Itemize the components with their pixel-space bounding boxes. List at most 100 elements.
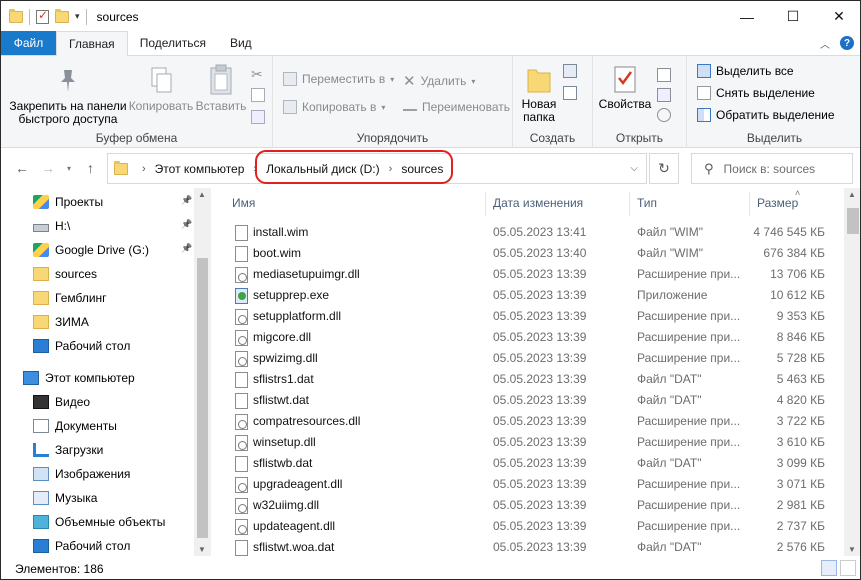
nav-item[interactable]: H:\ [33,215,70,237]
file-row[interactable]: mediasetupuimgr.dll 05.05.2023 13:39 Расши… [211,264,843,285]
rename-button[interactable]: Переименовать [403,100,510,114]
tab-view[interactable]: Вид [218,31,264,55]
address-history-chevron-icon[interactable]: ⌵ [630,163,638,174]
pin-icon[interactable]: 📌 [181,219,192,230]
nav-item[interactable]: sources [33,263,97,285]
tab-file[interactable]: Файл [1,31,56,55]
quick-access-toolbar: ▾ [1,8,87,25]
file-row[interactable]: sflistrs1.dat 05.05.2023 13:39 Файл "DAT" 5… [211,369,843,390]
select-none-button[interactable]: Снять выделение [697,86,815,100]
file-list-scrollbar[interactable]: ▲ ▼ [844,188,860,556]
nav-item[interactable]: Рабочий стол [33,335,130,357]
column-header-size[interactable]: Размер [757,188,798,218]
nav-item[interactable]: Google Drive (G:) [33,239,149,261]
help-icon[interactable]: ? [840,36,854,50]
scroll-up-icon[interactable]: ▲ [848,190,856,199]
delete-button[interactable]: ✕ Удалить ▾ [403,72,475,90]
scroll-up-icon[interactable]: ▲ [198,190,206,199]
scroll-down-icon[interactable]: ▼ [198,545,206,554]
file-row[interactable]: w32uiimg.dll 05.05.2023 13:39 Расширение п… [211,495,843,516]
pin-quick-access-button[interactable]: Закрепить на панели быстрого доступа [7,66,129,126]
column-divider[interactable] [749,192,750,216]
recent-locations-button[interactable]: ▾ [67,164,71,173]
minimize-button[interactable]: — [724,1,770,32]
nav-item[interactable]: Документы [33,415,117,437]
file-row[interactable]: install.wim 05.05.2023 13:41 Файл "WIM" 4 7… [211,222,843,243]
column-divider[interactable] [629,192,630,216]
file-type: Расширение при... [637,414,741,428]
downloads-icon [33,443,49,457]
search-box[interactable]: ⚲ Поиск в: sources [691,153,853,184]
breadcrumb-this-pc[interactable]: Этот компьютер [155,162,245,176]
file-row[interactable]: updateagent.dll 05.05.2023 13:39 Расширени… [211,516,843,537]
cut-icon[interactable]: ✂ [251,66,265,82]
file-list-scroll-thumb[interactable] [847,208,859,234]
paste-button[interactable]: Вставить [195,64,247,113]
file-row[interactable]: setupprep.exe 05.05.2023 13:39 Приложение 1… [211,285,843,306]
new-item-icon[interactable] [563,64,577,78]
file-row[interactable]: winsetup.dll 05.05.2023 13:39 Расширение п… [211,432,843,453]
collapse-ribbon-chevron-icon[interactable]: ︿ [820,36,830,51]
column-header-name[interactable]: Имя [232,188,255,218]
file-row[interactable]: sflistwb.dat 05.05.2023 13:39 Файл "DAT" 3 … [211,453,843,474]
file-row[interactable]: upgradeagent.dll 05.05.2023 13:39 Расширен… [211,474,843,495]
nav-item[interactable]: Проекты [33,191,103,213]
new-folder-button[interactable]: Новая папка [519,64,559,124]
history-icon[interactable] [657,108,671,122]
copy-path-icon[interactable] [251,88,265,102]
maximize-button[interactable]: ☐ [770,1,816,32]
file-row[interactable]: sflistwt.dat 05.05.2023 13:39 Файл "DAT" 4 … [211,390,843,411]
scroll-down-icon[interactable]: ▼ [848,545,856,554]
close-button[interactable]: ✕ [816,1,860,32]
file-size: 2 737 КБ [776,519,825,533]
file-row[interactable]: setupplatform.dll 05.05.2023 13:39 Расшире… [211,306,843,327]
file-row[interactable]: spwizimg.dll 05.05.2023 13:39 Расширение п… [211,348,843,369]
nav-item[interactable]: Гемблинг [33,287,107,309]
file-name: winsetup.dll [253,435,316,449]
customize-qat-chevron-icon[interactable]: ▾ [75,11,80,22]
move-to-button[interactable]: Переместить в ▾ [283,72,394,86]
nav-item[interactable]: Видео [33,391,90,413]
nav-scroll-thumb[interactable] [197,258,208,538]
nav-item[interactable]: Изображения [33,463,130,485]
pin-icon[interactable]: 📌 [181,195,192,206]
nav-item[interactable]: Музыка [33,487,97,509]
invert-selection-button[interactable]: Обратить выделение [697,108,835,122]
file-row[interactable]: boot.wim 05.05.2023 13:40 Файл "WIM" 676 38… [211,243,843,264]
nav-item[interactable]: Объемные объекты [33,511,165,533]
tab-home[interactable]: Главная [56,31,128,56]
up-button[interactable]: ↑ [87,160,94,176]
properties-button[interactable]: Свойства [599,64,651,111]
pin-icon[interactable]: 📌 [181,243,192,254]
refresh-button[interactable]: ↻ [649,153,679,184]
column-header-type[interactable]: Тип [637,188,657,218]
nav-item[interactable]: Рабочий стол [33,535,130,557]
easy-access-icon[interactable] [563,86,577,100]
copy-button[interactable]: Копировать [127,66,195,113]
file-row[interactable]: migcore.dll 05.05.2023 13:39 Расширение пр… [211,327,843,348]
properties-icon[interactable] [36,8,49,24]
select-all-button[interactable]: Выделить все [697,64,794,78]
details-view-icon[interactable] [821,560,837,576]
back-button[interactable]: ← [15,160,29,176]
file-row[interactable]: compatresources.dll 05.05.2023 13:39 Расши… [211,411,843,432]
search-input[interactable]: Поиск в: sources [724,162,816,176]
new-folder-icon[interactable] [55,8,69,23]
paste-shortcut-icon[interactable] [251,110,265,124]
file-size: 2 576 КБ [776,540,825,554]
forward-button[interactable]: → [41,160,55,176]
large-icons-view-icon[interactable] [840,560,856,576]
column-divider[interactable] [485,192,486,216]
column-header-date[interactable]: Дата изменения [493,188,583,218]
nav-item[interactable]: ЗИМА [33,311,89,333]
chevron-down-icon: ▾ [381,102,386,112]
select-none-label: Снять выделение [716,86,815,100]
edit-icon[interactable] [657,88,671,102]
file-row[interactable]: sflistwt.woa.dat 05.05.2023 13:39 Файл "DA… [211,537,843,558]
open-icon[interactable] [657,68,671,82]
nav-scrollbar[interactable]: ▲ ▼ [194,188,211,556]
nav-item[interactable]: Загрузки [33,439,103,461]
tab-share[interactable]: Поделиться [128,31,218,55]
nav-item[interactable]: Этот компьютер [23,367,135,389]
copy-to-button[interactable]: Копировать в ▾ [283,100,385,114]
